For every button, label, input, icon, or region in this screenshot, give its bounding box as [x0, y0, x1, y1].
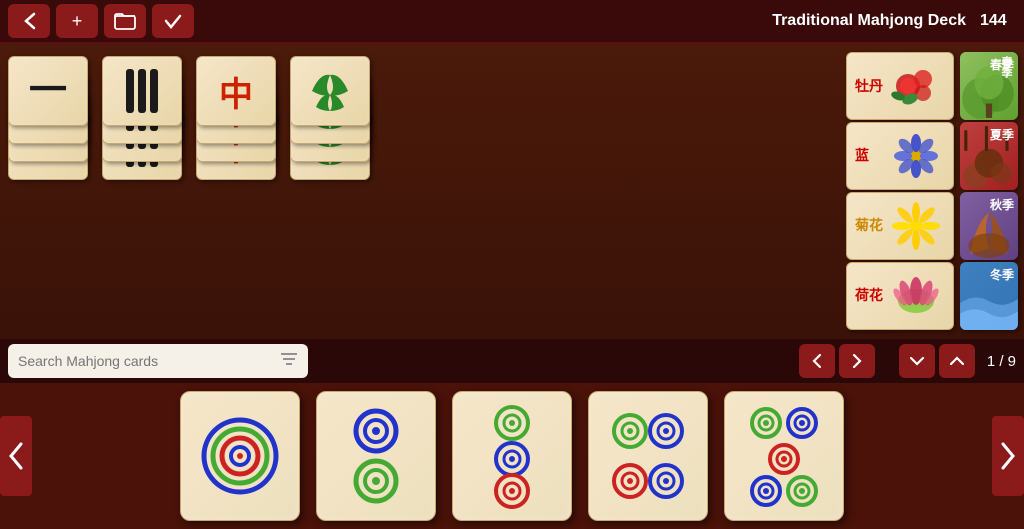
tray-card-3[interactable] [452, 391, 572, 521]
top-bar: + Traditional Mahjong Deck 144 [0, 0, 1024, 44]
season-card-autumn[interactable]: 秋季 [960, 192, 1018, 260]
column-wan: 一 二 三 丨 [8, 56, 96, 178]
scroll-up-button[interactable] [939, 344, 975, 378]
add-button[interactable]: + [56, 4, 98, 38]
card-bamboo-1[interactable] [102, 56, 182, 126]
tray-card-4[interactable] [588, 391, 708, 521]
column-green-bamboo [290, 56, 378, 178]
tray-card-5[interactable] [724, 391, 844, 521]
flower-image-peony [885, 58, 945, 114]
check-button[interactable] [152, 4, 194, 38]
flower-column: 牡丹 蓝 [846, 52, 956, 335]
back-button[interactable] [8, 4, 50, 38]
next-page-button[interactable] [839, 344, 875, 378]
flower-image-chrysanthemum [885, 198, 945, 254]
flower-label-blue: 蓝 [855, 147, 869, 163]
card-wan-1[interactable]: 一 [8, 56, 88, 126]
flower-label-chrysanthemum: 菊花 [855, 217, 883, 233]
filter-icon[interactable] [280, 352, 298, 371]
flower-card-chrysanthemum[interactable]: 菊花 [846, 192, 954, 260]
folder-button[interactable] [104, 4, 146, 38]
card-green-1[interactable] [290, 56, 370, 126]
bottom-tray [0, 383, 1024, 529]
flower-card-peony[interactable]: 牡丹 [846, 52, 954, 120]
card-dragon-1[interactable]: 中 [196, 56, 276, 126]
search-container [8, 344, 308, 378]
tray-card-2[interactable] [316, 391, 436, 521]
flower-card-blue[interactable]: 蓝 [846, 122, 954, 190]
nav-bar: 1 / 9 [0, 339, 1024, 383]
prev-page-button[interactable] [799, 344, 835, 378]
flower-image-lotus [885, 268, 945, 324]
scroll-down-button[interactable] [899, 344, 935, 378]
right-side: 牡丹 蓝 [846, 52, 1020, 335]
cards-area: 一 二 三 丨 [4, 52, 378, 335]
season-card-winter[interactable]: 冬季 [960, 262, 1018, 330]
main-area: 一 二 三 丨 [0, 44, 1024, 339]
search-input[interactable] [18, 353, 280, 369]
season-card-spring[interactable]: 春季 春季 [960, 52, 1018, 120]
tray-left-arrow[interactable] [0, 416, 32, 496]
flower-image-blue [885, 128, 945, 184]
season-card-summer[interactable]: 夏季 [960, 122, 1018, 190]
page-indicator: 1 / 9 [987, 353, 1016, 370]
card-count: 144 [980, 12, 1016, 30]
column-bamboo [102, 56, 190, 178]
tray-cards [32, 391, 992, 521]
season-column: 春季 春季 夏季 [960, 52, 1020, 335]
flower-label-lotus: 荷花 [855, 287, 883, 303]
flower-card-lotus[interactable]: 荷花 [846, 262, 954, 330]
tray-right-arrow[interactable] [992, 416, 1024, 496]
deck-title: Traditional Mahjong Deck [772, 12, 966, 30]
tray-card-1[interactable] [180, 391, 300, 521]
column-red-dragon: 中 中 中 中 [196, 56, 284, 178]
flower-label-peony: 牡丹 [855, 78, 883, 95]
